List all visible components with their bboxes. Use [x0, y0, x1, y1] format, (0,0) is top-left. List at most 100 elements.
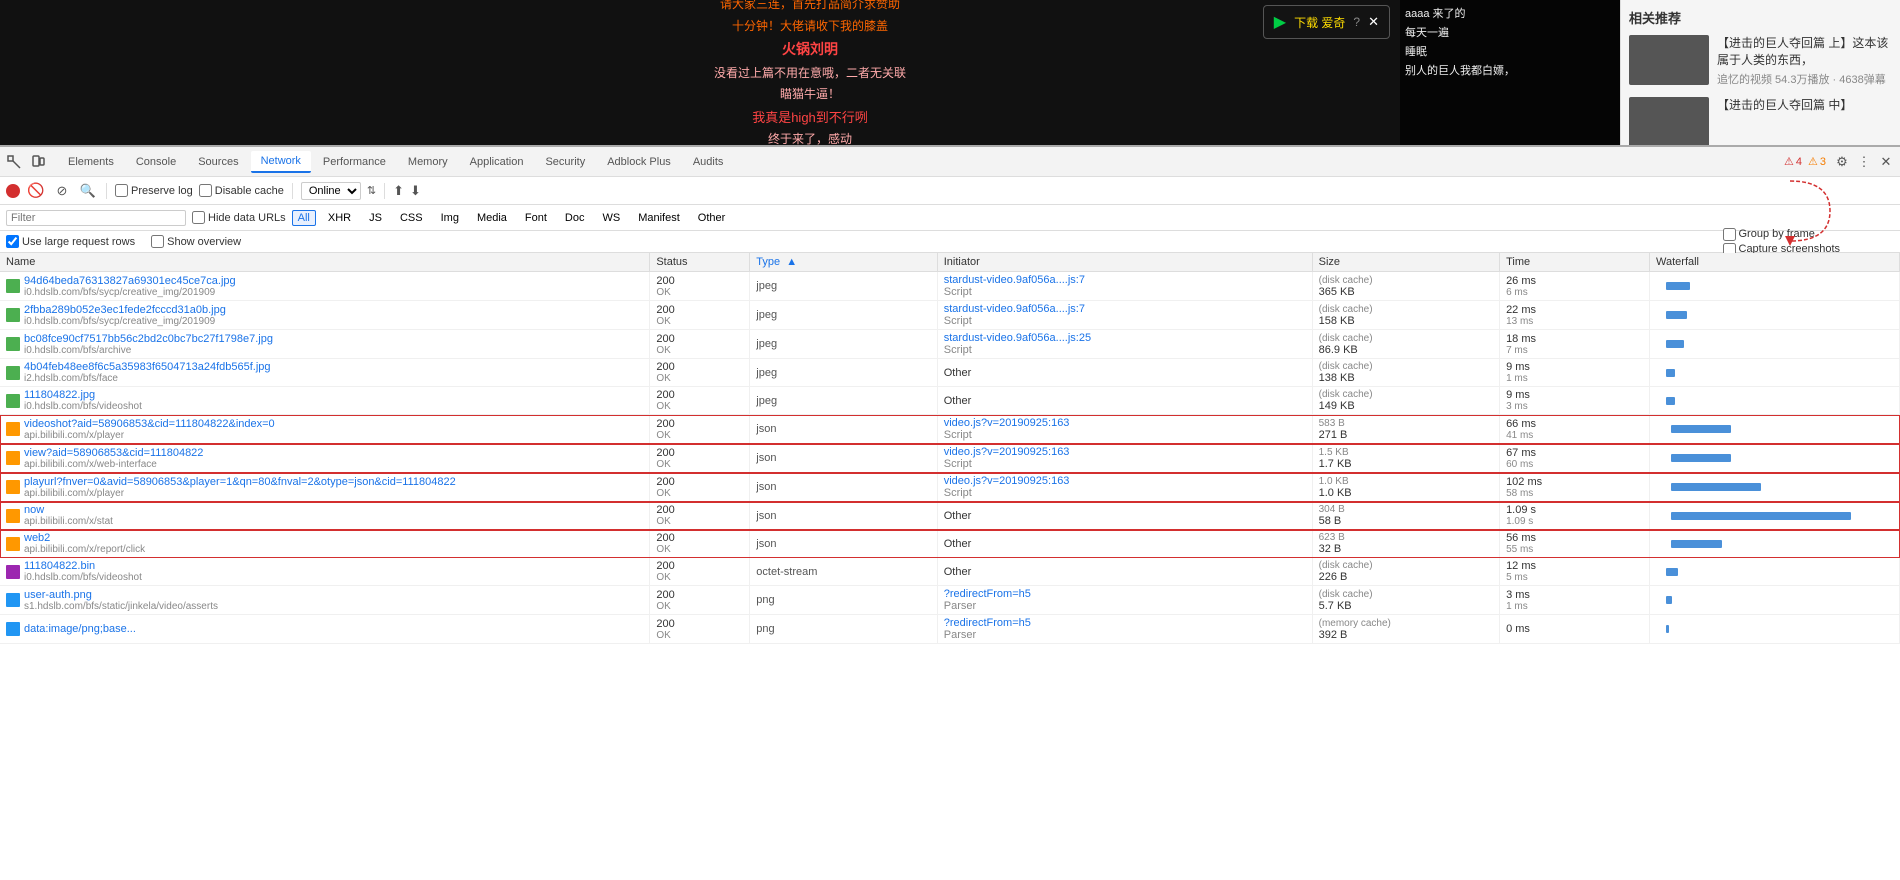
disable-cache-checkbox[interactable] [199, 184, 212, 197]
table-row[interactable]: bc08fce90cf7517bb56c2bd2c0bc7bc27f1798e7… [0, 330, 1900, 359]
waterfall-bar-container [1656, 420, 1893, 438]
tab-adblock[interactable]: Adblock Plus [597, 152, 681, 172]
status-code: 200 [656, 333, 674, 345]
cell-size: 623 B32 B [1312, 530, 1499, 558]
filter-all-button[interactable]: All [292, 210, 316, 226]
initiator-type: Parser [944, 629, 1306, 641]
tab-elements[interactable]: Elements [58, 152, 124, 172]
record-button[interactable] [6, 184, 20, 198]
header-initiator[interactable]: Initiator [937, 253, 1312, 272]
filter-xhr-button[interactable]: XHR [322, 210, 357, 226]
table-row[interactable]: playurl?fnver=0&avid=58906853&player=1&q… [0, 473, 1900, 502]
import-button[interactable]: ⬆ [393, 183, 404, 199]
status-code: 200 [656, 418, 674, 430]
settings-button[interactable]: ⚙ [1832, 152, 1852, 172]
filter-input[interactable] [6, 210, 186, 226]
cell-type: jpeg [750, 330, 937, 359]
hide-data-urls-checkbox[interactable] [192, 211, 205, 224]
tab-application[interactable]: Application [460, 152, 534, 172]
device-toolbar-button[interactable] [28, 152, 48, 172]
tab-security[interactable]: Security [535, 152, 595, 172]
large-request-rows-label[interactable]: Use large request rows [6, 235, 135, 248]
large-request-rows-checkbox[interactable] [6, 235, 19, 248]
export-button[interactable]: ⬇ [410, 183, 421, 199]
search-button[interactable]: 🔍 [78, 181, 98, 201]
popup-close-button[interactable]: ✕ [1368, 14, 1379, 30]
initiator-link[interactable]: stardust-video.9af056a....js:7 [944, 274, 1085, 286]
header-size[interactable]: Size [1312, 253, 1499, 272]
initiator-link[interactable]: ?redirectFrom=h5 [944, 617, 1031, 629]
group-by-frame-label[interactable]: Group by frame [1723, 228, 1841, 241]
related-item-2[interactable]: 【进击的巨人夺回篇 中】 [1629, 97, 1892, 145]
filter-manifest-button[interactable]: Manifest [632, 210, 686, 226]
table-row[interactable]: 4b04feb48ee8f6c5a35983f6504713a24fdb565f… [0, 359, 1900, 387]
filter-doc-button[interactable]: Doc [559, 210, 591, 226]
table-row[interactable]: videoshot?aid=58906853&cid=111804822&ind… [0, 415, 1900, 444]
tab-console[interactable]: Console [126, 152, 186, 172]
resource-sub: i0.hdslb.com/bfs/archive [24, 345, 273, 356]
hide-data-urls-label[interactable]: Hide data URLs [192, 211, 286, 224]
initiator-link[interactable]: stardust-video.9af056a....js:7 [944, 303, 1085, 315]
devtools-tabbar: Elements Console Sources Network Perform… [0, 147, 1900, 177]
cell-size: 1.0 KB1.0 KB [1312, 473, 1499, 502]
related-item-1[interactable]: 【进击的巨人夺回篇 上】这本该属于人类的东西， 追忆的视频 54.3万播放 · … [1629, 35, 1892, 87]
status-code: 200 [656, 589, 674, 601]
header-waterfall[interactable]: Waterfall [1650, 253, 1900, 272]
table-row[interactable]: 111804822.bin i0.hdslb.com/bfs/videoshot… [0, 558, 1900, 586]
network-table-container[interactable]: Name Status Type ▲ Initiator Size Time W… [0, 253, 1900, 880]
show-overview-checkbox[interactable] [151, 235, 164, 248]
table-row[interactable]: user-auth.png s1.hdslb.com/bfs/static/ji… [0, 586, 1900, 615]
filter-img-button[interactable]: Img [435, 210, 465, 226]
cell-size: (disk cache)138 KB [1312, 359, 1499, 387]
table-row[interactable]: view?aid=58906853&cid=111804822 api.bili… [0, 444, 1900, 473]
status-code: 200 [656, 275, 674, 287]
header-name[interactable]: Name [0, 253, 650, 272]
clear-button[interactable]: 🚫 [26, 181, 46, 201]
header-type[interactable]: Type ▲ [750, 253, 937, 272]
tab-audits[interactable]: Audits [683, 152, 734, 172]
disable-cache-label[interactable]: Disable cache [199, 184, 284, 197]
table-row[interactable]: 2fbba289b052e3ec1fede2fcccd31a0b.jpg i0.… [0, 301, 1900, 330]
preserve-log-checkbox[interactable] [115, 184, 128, 197]
table-row[interactable]: data:image/png;base... 200OKpng?redirect… [0, 615, 1900, 644]
show-overview-label[interactable]: Show overview [151, 235, 241, 248]
waterfall-bar [1666, 340, 1684, 348]
throttle-arrows[interactable]: ⇅ [367, 184, 376, 197]
tab-network[interactable]: Network [251, 151, 311, 173]
filter-js-button[interactable]: JS [363, 210, 388, 226]
filter-button[interactable]: ⊘ [52, 181, 72, 201]
type-value: json [756, 510, 776, 522]
filter-ws-button[interactable]: WS [596, 210, 626, 226]
resource-icon [6, 593, 20, 607]
close-devtools-button[interactable]: ✕ [1876, 152, 1896, 172]
group-by-frame-checkbox[interactable] [1723, 228, 1736, 241]
table-row[interactable]: web2 api.bilibili.com/x/report/click 200… [0, 530, 1900, 558]
initiator-type: Script [944, 344, 1306, 356]
tab-performance[interactable]: Performance [313, 152, 396, 172]
resource-name: 4b04feb48ee8f6c5a35983f6504713a24fdb565f… [24, 361, 271, 373]
table-row[interactable]: now api.bilibili.com/x/stat 200OKjsonOth… [0, 502, 1900, 530]
initiator-link[interactable]: video.js?v=20190925:163 [944, 475, 1070, 487]
header-time[interactable]: Time [1500, 253, 1650, 272]
size-from: 304 B [1319, 504, 1493, 515]
filter-css-button[interactable]: CSS [394, 210, 429, 226]
initiator-link[interactable]: ?redirectFrom=h5 [944, 588, 1031, 600]
initiator-link[interactable]: video.js?v=20190925:163 [944, 417, 1070, 429]
initiator-type: Script [944, 458, 1306, 470]
filter-media-button[interactable]: Media [471, 210, 513, 226]
download-popup[interactable]: ▶ 下载 爱奇 ? ✕ [1263, 5, 1390, 39]
tab-sources[interactable]: Sources [188, 152, 248, 172]
tab-memory[interactable]: Memory [398, 152, 458, 172]
header-status[interactable]: Status [650, 253, 750, 272]
preserve-log-label[interactable]: Preserve log [115, 184, 193, 197]
table-row[interactable]: 111804822.jpg i0.hdslb.com/bfs/videoshot… [0, 387, 1900, 415]
inspect-element-button[interactable] [4, 152, 24, 172]
throttling-select[interactable]: Online [301, 182, 361, 200]
filter-font-button[interactable]: Font [519, 210, 553, 226]
initiator-link[interactable]: video.js?v=20190925:163 [944, 446, 1070, 458]
table-row[interactable]: 94d64beda76313827a69301ec45ce7ca.jpg i0.… [0, 272, 1900, 301]
size-from: (disk cache) [1319, 333, 1493, 344]
initiator-link[interactable]: stardust-video.9af056a....js:25 [944, 332, 1091, 344]
filter-other-button[interactable]: Other [692, 210, 732, 226]
more-options-button[interactable]: ⋮ [1854, 152, 1874, 172]
